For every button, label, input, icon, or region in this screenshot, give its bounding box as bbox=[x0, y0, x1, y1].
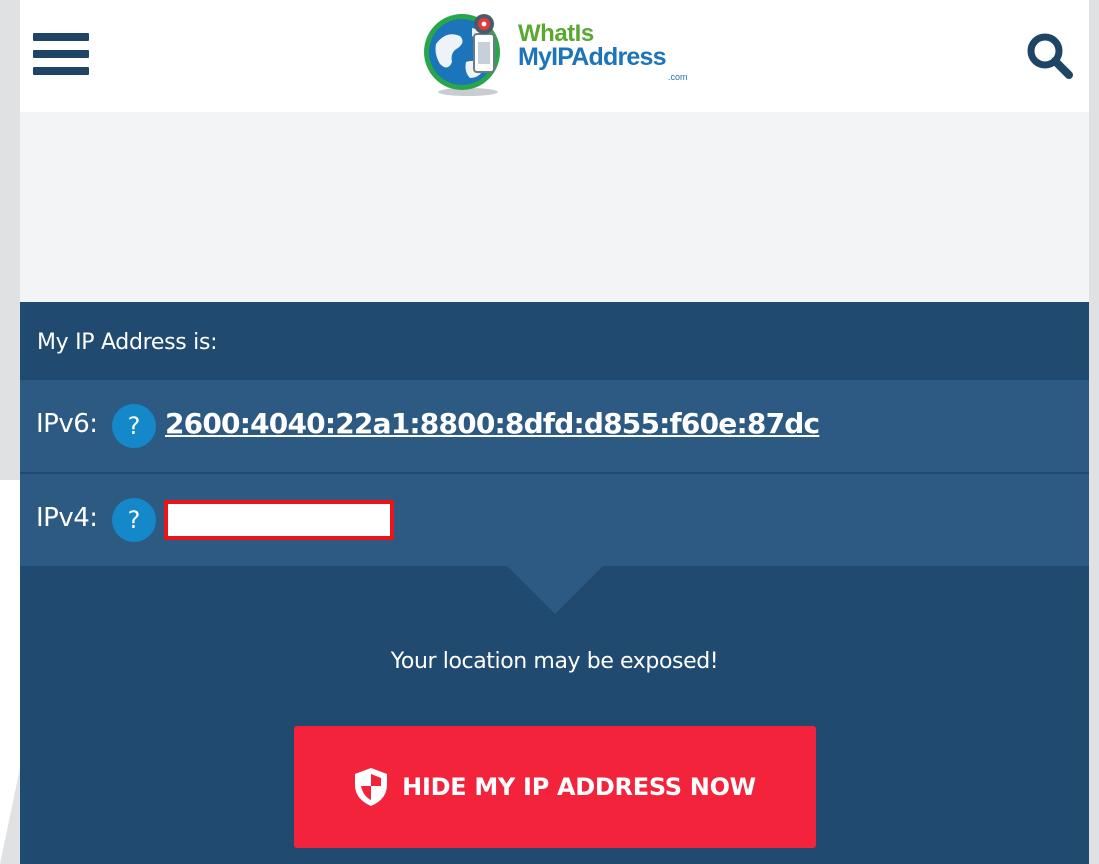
location-warning: Your location may be exposed! bbox=[390, 649, 719, 674]
search-icon[interactable] bbox=[1024, 30, 1076, 82]
ip-address-panel: My IP Address is: IPv6: ? 2600:4040:22a1… bbox=[20, 302, 1089, 864]
hide-ip-button-label: HIDE MY IP ADDRESS NOW bbox=[402, 773, 756, 801]
site-header: WhatIs MyIPAddress .com bbox=[20, 0, 1089, 112]
ip-heading: My IP Address is: bbox=[37, 330, 218, 355]
hide-ip-button[interactable]: HIDE MY IP ADDRESS NOW bbox=[294, 726, 816, 848]
shield-icon bbox=[355, 768, 388, 806]
ipv6-help-icon[interactable]: ? bbox=[112, 404, 156, 448]
panel-pointer-arrow bbox=[507, 566, 603, 614]
logo-text-myipaddress: MyIPAddress bbox=[518, 43, 667, 71]
hamburger-menu-icon[interactable] bbox=[33, 33, 89, 75]
page: WhatIs MyIPAddress .com My IP Address is… bbox=[20, 0, 1089, 864]
ipv6-address-link[interactable]: 2600:4040:22a1:8800:8dfd:d855:f60e:87dc bbox=[165, 406, 820, 442]
ipv4-row: IPv4: ? bbox=[20, 474, 1089, 566]
ipv4-label: IPv4: bbox=[36, 503, 98, 533]
ipv4-address-redacted bbox=[164, 500, 394, 540]
globe-icon bbox=[424, 14, 500, 96]
site-logo[interactable]: WhatIs MyIPAddress .com bbox=[422, 6, 702, 102]
ipv6-label: IPv6: bbox=[36, 409, 98, 439]
ipv6-row: IPv6: ? 2600:4040:22a1:8800:8dfd:d855:f6… bbox=[20, 380, 1089, 472]
ipv4-help-icon[interactable]: ? bbox=[112, 498, 156, 542]
logo-text-com: .com bbox=[668, 72, 688, 82]
ad-placeholder bbox=[20, 112, 1089, 302]
